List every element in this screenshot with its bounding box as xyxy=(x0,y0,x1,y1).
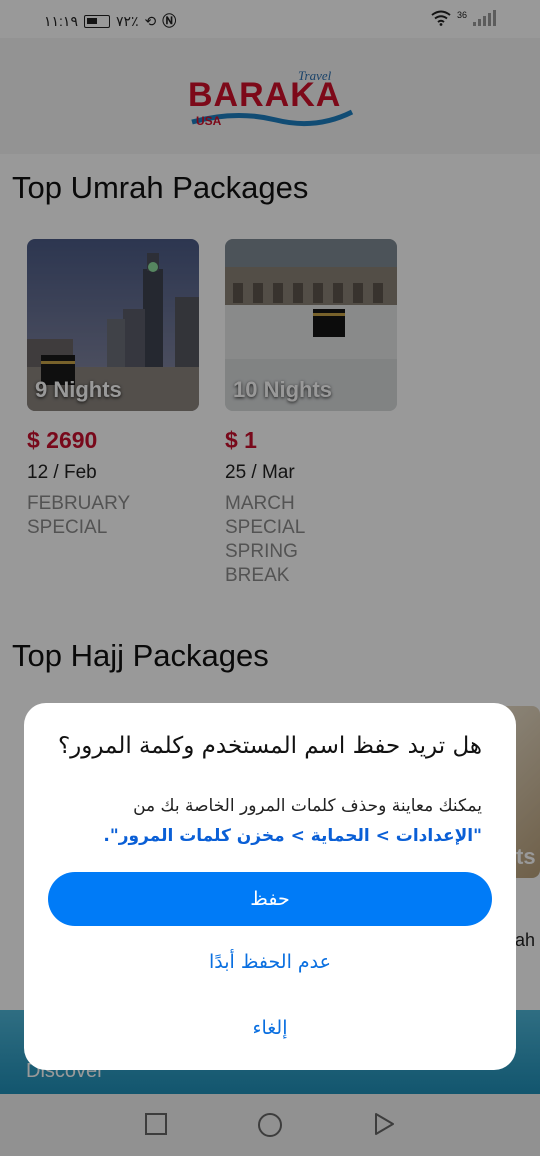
never-save-button[interactable]: عدم الحفظ أبدًا xyxy=(24,951,516,973)
password-settings-path-link[interactable]: "الإعدادات > الحماية > مخزن كلمات المرور… xyxy=(103,826,482,846)
dialog-body-text: يمكنك معاينة وحذف كلمات المرور الخاصة بك… xyxy=(133,796,482,816)
dialog-title: هل تريد حفظ اسم المستخدم وكلمة المرور؟ xyxy=(57,733,482,759)
save-button[interactable]: حفظ xyxy=(48,872,492,926)
cancel-button[interactable]: إلغاء xyxy=(24,1017,516,1039)
save-password-dialog: هل تريد حفظ اسم المستخدم وكلمة المرور؟ ي… xyxy=(24,703,516,1070)
dialog-body: يمكنك معاينة وحذف كلمات المرور الخاصة بك… xyxy=(62,791,482,851)
